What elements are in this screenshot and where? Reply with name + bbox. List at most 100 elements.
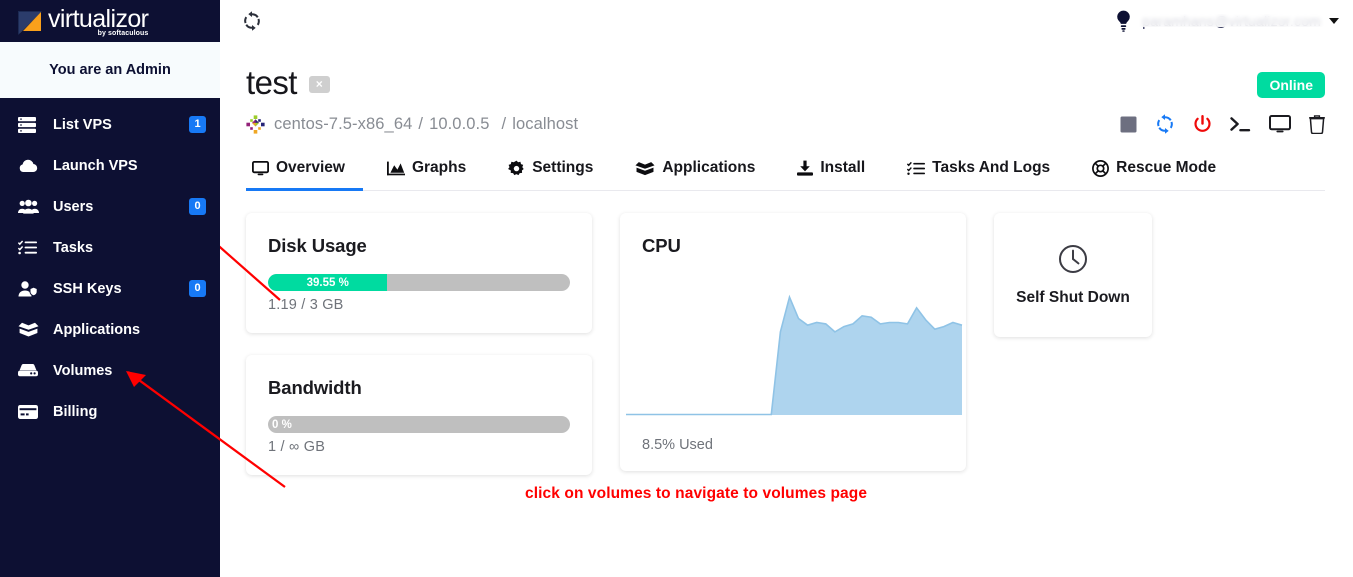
status-badge: Online bbox=[1257, 72, 1325, 98]
disk-usage-progress: 39.55 % bbox=[268, 274, 570, 291]
sidebar-item-badge: 0 bbox=[189, 198, 206, 215]
cpu-card: CPU 8.5% Used bbox=[620, 213, 966, 471]
tab-label: Overview bbox=[276, 159, 345, 177]
sidebar-item-list-vps[interactable]: List VPS 1 bbox=[0, 104, 220, 145]
user-email: paramhans@virtualizor.com bbox=[1142, 13, 1321, 29]
tab-bar: Overview Graphs Settings bbox=[246, 153, 1325, 191]
tab-settings[interactable]: Settings bbox=[502, 153, 611, 191]
meta-separator-2: / bbox=[502, 115, 507, 134]
user-menu[interactable]: paramhans@virtualizor.com bbox=[1142, 13, 1339, 29]
disk-usage-progress-fill: 39.55 % bbox=[268, 274, 387, 291]
clock-icon bbox=[1058, 244, 1088, 279]
sidebar-item-label: Tasks bbox=[53, 240, 206, 256]
sidebar-item-label: SSH Keys bbox=[53, 281, 189, 297]
sidebar-item-launch-vps[interactable]: Launch VPS bbox=[0, 145, 220, 186]
vps-title-row: test × Online bbox=[246, 64, 1325, 102]
restart-button[interactable] bbox=[1155, 114, 1175, 134]
cpu-area-chart bbox=[620, 275, 966, 423]
main-area: paramhans@virtualizor.com test × Online bbox=[220, 0, 1353, 577]
disk-usage-values: 1.19 / 3 GB bbox=[268, 297, 570, 313]
page-title: test bbox=[246, 64, 297, 102]
vnc-button[interactable] bbox=[1269, 115, 1291, 133]
topbar: paramhans@virtualizor.com bbox=[220, 0, 1353, 42]
credit-card-icon bbox=[18, 405, 44, 419]
app-root: virtualizor by softaculous You are an Ad… bbox=[0, 0, 1353, 577]
vps-name-badge[interactable]: × bbox=[309, 76, 330, 93]
users-icon bbox=[18, 199, 44, 214]
disk-usage-title: Disk Usage bbox=[268, 235, 570, 257]
sidebar-item-label: Volumes bbox=[53, 363, 206, 379]
sidebar-nav: List VPS 1 Launch VPS bbox=[0, 98, 220, 432]
tab-graphs[interactable]: Graphs bbox=[381, 153, 484, 191]
sidebar-item-volumes[interactable]: Volumes bbox=[0, 350, 220, 391]
desktop-icon bbox=[252, 161, 269, 176]
self-shut-down-card[interactable]: Self Shut Down bbox=[994, 213, 1152, 337]
brand-tagline: by softaculous bbox=[48, 30, 148, 37]
tab-tasks-and-logs[interactable]: Tasks And Logs bbox=[901, 153, 1068, 191]
box-open-icon bbox=[635, 161, 655, 176]
tab-label: Tasks And Logs bbox=[932, 159, 1050, 177]
sidebar-item-badge: 1 bbox=[189, 116, 206, 133]
sidebar: virtualizor by softaculous You are an Ad… bbox=[0, 0, 220, 577]
vps-host: localhost bbox=[512, 115, 578, 134]
admin-banner: You are an Admin bbox=[0, 42, 220, 98]
left-card-column: Disk Usage 39.55 % 1.19 / 3 GB Bandwidth… bbox=[246, 213, 592, 475]
centos-logo-icon bbox=[246, 115, 265, 134]
overview-cards: Disk Usage 39.55 % 1.19 / 3 GB Bandwidth… bbox=[246, 213, 1325, 475]
meta-separator-1: / bbox=[418, 115, 423, 134]
tasks-list-icon bbox=[907, 161, 925, 176]
lightbulb-icon[interactable] bbox=[1115, 10, 1132, 32]
sidebar-item-tasks[interactable]: Tasks bbox=[0, 227, 220, 268]
server-icon bbox=[18, 117, 44, 133]
tab-applications[interactable]: Applications bbox=[629, 153, 773, 191]
disk-usage-card: Disk Usage 39.55 % 1.19 / 3 GB bbox=[246, 213, 592, 333]
box-open-icon bbox=[18, 322, 44, 337]
tab-label: Applications bbox=[662, 159, 755, 177]
sidebar-item-users[interactable]: Users 0 bbox=[0, 186, 220, 227]
sidebar-item-label: Applications bbox=[53, 322, 206, 338]
bandwidth-card: Bandwidth 0 % 1 / ∞ GB bbox=[246, 355, 592, 475]
sidebar-item-label: Launch VPS bbox=[53, 158, 206, 174]
brand-logo[interactable]: virtualizor by softaculous bbox=[0, 0, 220, 42]
sidebar-item-billing[interactable]: Billing bbox=[0, 391, 220, 432]
triangle-logo-mark-icon bbox=[16, 9, 44, 37]
sidebar-item-label: Users bbox=[53, 199, 189, 215]
cloud-upload-icon bbox=[18, 158, 44, 174]
tab-label: Rescue Mode bbox=[1116, 159, 1216, 177]
vps-ip: 10.0.0.5 bbox=[429, 115, 489, 134]
sync-icon[interactable] bbox=[242, 11, 262, 31]
chevron-down-icon[interactable] bbox=[1329, 18, 1339, 24]
gear-icon bbox=[508, 160, 525, 177]
brand-name: virtualizor bbox=[48, 6, 148, 32]
content-area: test × Online bbox=[220, 42, 1353, 475]
hdd-icon bbox=[18, 364, 44, 377]
tab-label: Graphs bbox=[412, 159, 466, 177]
vps-action-icons bbox=[1120, 114, 1325, 134]
tab-overview[interactable]: Overview bbox=[246, 153, 363, 191]
bandwidth-title: Bandwidth bbox=[268, 377, 570, 399]
delete-button[interactable] bbox=[1309, 115, 1325, 134]
bandwidth-progress-fill: 0 % bbox=[268, 416, 302, 433]
chart-area-icon bbox=[387, 161, 405, 176]
vps-os: centos-7.5-x86_64 bbox=[274, 115, 412, 134]
power-button[interactable] bbox=[1193, 115, 1212, 134]
vps-meta-row: centos-7.5-x86_64 / 10.0.0.5 / localhost bbox=[246, 114, 1325, 134]
bandwidth-progress: 0 % bbox=[268, 416, 570, 433]
life-ring-icon bbox=[1092, 160, 1109, 177]
topbar-right-group: paramhans@virtualizor.com bbox=[1115, 10, 1339, 32]
sidebar-item-badge: 0 bbox=[189, 280, 206, 297]
stop-button[interactable] bbox=[1120, 116, 1137, 133]
bandwidth-values: 1 / ∞ GB bbox=[268, 439, 570, 455]
console-button[interactable] bbox=[1230, 116, 1251, 133]
tab-install[interactable]: Install bbox=[791, 153, 883, 191]
tab-label: Settings bbox=[532, 159, 593, 177]
download-icon bbox=[797, 160, 813, 176]
sidebar-item-ssh-keys[interactable]: SSH Keys 0 bbox=[0, 268, 220, 309]
self-shut-down-label: Self Shut Down bbox=[1016, 289, 1130, 307]
sidebar-item-label: List VPS bbox=[53, 117, 189, 133]
sidebar-item-applications[interactable]: Applications bbox=[0, 309, 220, 350]
cpu-used-label: 8.5% Used bbox=[642, 437, 713, 453]
tab-label: Install bbox=[820, 159, 865, 177]
cpu-title: CPU bbox=[642, 235, 944, 257]
tab-rescue-mode[interactable]: Rescue Mode bbox=[1086, 153, 1234, 191]
